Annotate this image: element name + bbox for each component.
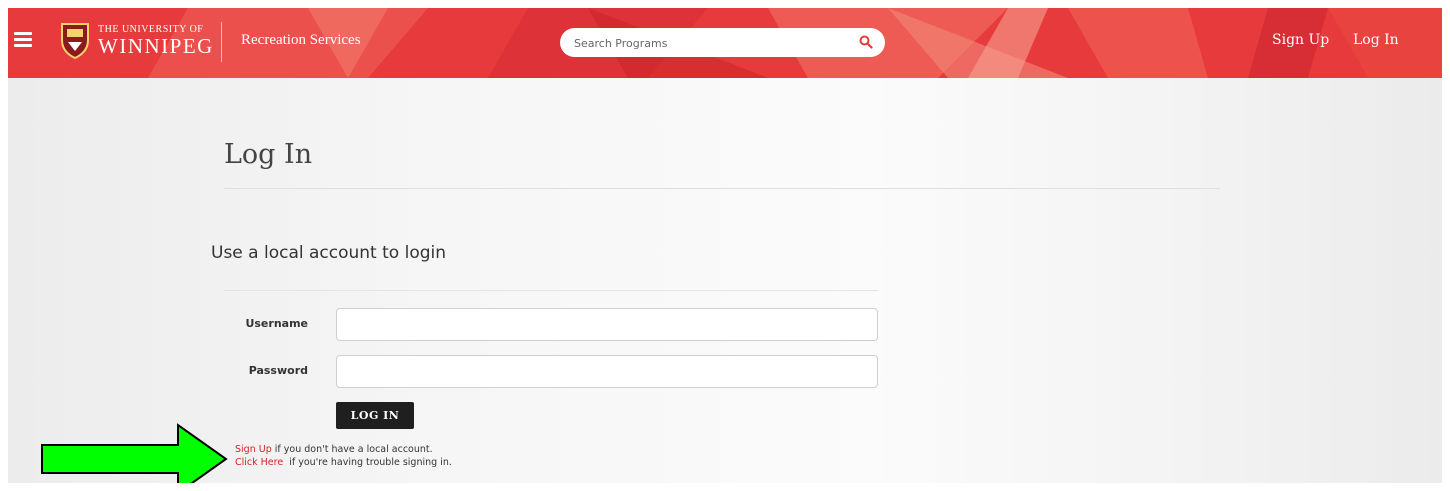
sign-up-link[interactable]: Sign Up: [1272, 32, 1329, 48]
page-title: Log In: [224, 139, 313, 170]
hamburger-menu-icon[interactable]: [14, 32, 32, 50]
browser-viewport: THE UNIVERSITY OF WINNIPEG Recreation Se…: [8, 8, 1442, 483]
title-divider: [224, 188, 1220, 189]
header-divider: [221, 22, 222, 62]
log-in-link[interactable]: Log In: [1353, 32, 1399, 48]
search-input[interactable]: [574, 33, 844, 53]
password-label: Password: [248, 364, 308, 377]
signup-help-link[interactable]: Sign Up: [235, 444, 272, 455]
search-icon[interactable]: [859, 35, 873, 49]
trouble-help-text: Click Here if you're having trouble sign…: [235, 457, 452, 468]
top-navigation-bar: THE UNIVERSITY OF WINNIPEG Recreation Se…: [8, 8, 1442, 78]
university-name-large: WINNIPEG: [98, 34, 214, 58]
right-arrow-icon: [41, 423, 228, 483]
trouble-help-suffix: if you're having trouble signing in.: [283, 457, 452, 468]
username-label: Username: [245, 317, 308, 330]
password-field[interactable]: [336, 355, 878, 388]
search-box: [560, 28, 885, 57]
login-button[interactable]: LOG IN: [336, 402, 414, 429]
trouble-help-link[interactable]: Click Here: [235, 457, 283, 468]
department-name[interactable]: Recreation Services: [241, 32, 361, 49]
university-crest-icon: [61, 23, 89, 60]
section-divider: [224, 290, 878, 291]
signup-help-suffix: if you don't have a local account.: [271, 444, 433, 455]
signup-help-text: Sign Up if you don't have a local accoun…: [235, 444, 433, 455]
username-field[interactable]: [336, 308, 878, 341]
section-heading: Use a local account to login: [211, 243, 447, 263]
university-logo[interactable]: THE UNIVERSITY OF WINNIPEG: [58, 20, 212, 64]
